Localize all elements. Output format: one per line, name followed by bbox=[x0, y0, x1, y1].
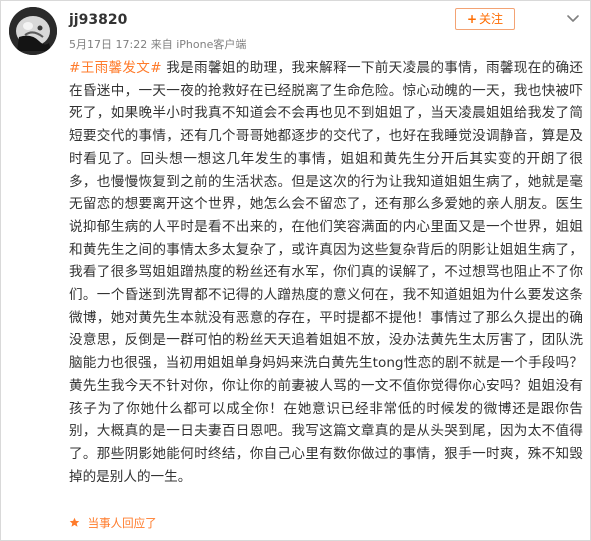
reply-notice-link[interactable]: 当事人回应了 bbox=[69, 515, 157, 531]
chevron-down-icon[interactable] bbox=[562, 8, 584, 30]
avatar-image bbox=[9, 7, 57, 55]
post-text: 我是雨馨姐的助理，我来解释一下前天凌晨的事情，雨馨现在的确还在昏迷中，一天一夜的… bbox=[69, 60, 583, 485]
source-prefix: 来自 bbox=[147, 38, 173, 51]
post-body: #王雨馨发文# 我是雨馨姐的助理，我来解释一下前天凌晨的事情，雨馨现在的确还在昏… bbox=[69, 57, 583, 488]
post-meta: 5月17日 17:22 来自 iPhone客户端 bbox=[69, 36, 246, 52]
post-source: iPhone客户端 bbox=[172, 38, 247, 51]
avatar[interactable] bbox=[9, 7, 57, 55]
plus-icon: + bbox=[466, 12, 478, 26]
reply-notice-label: 当事人回应了 bbox=[87, 516, 157, 530]
weibo-post-card: jj93820 5月17日 17:22 来自 iPhone客户端 + 关注 #王雨… bbox=[0, 0, 591, 541]
star-icon bbox=[69, 516, 84, 530]
topic-link[interactable]: #王雨馨发文# bbox=[69, 60, 162, 76]
follow-button[interactable]: + 关注 bbox=[455, 8, 515, 30]
username[interactable]: jj93820 bbox=[69, 12, 127, 28]
follow-label: 关注 bbox=[479, 12, 504, 26]
post-timestamp[interactable]: 5月17日 17:22 bbox=[69, 38, 147, 51]
